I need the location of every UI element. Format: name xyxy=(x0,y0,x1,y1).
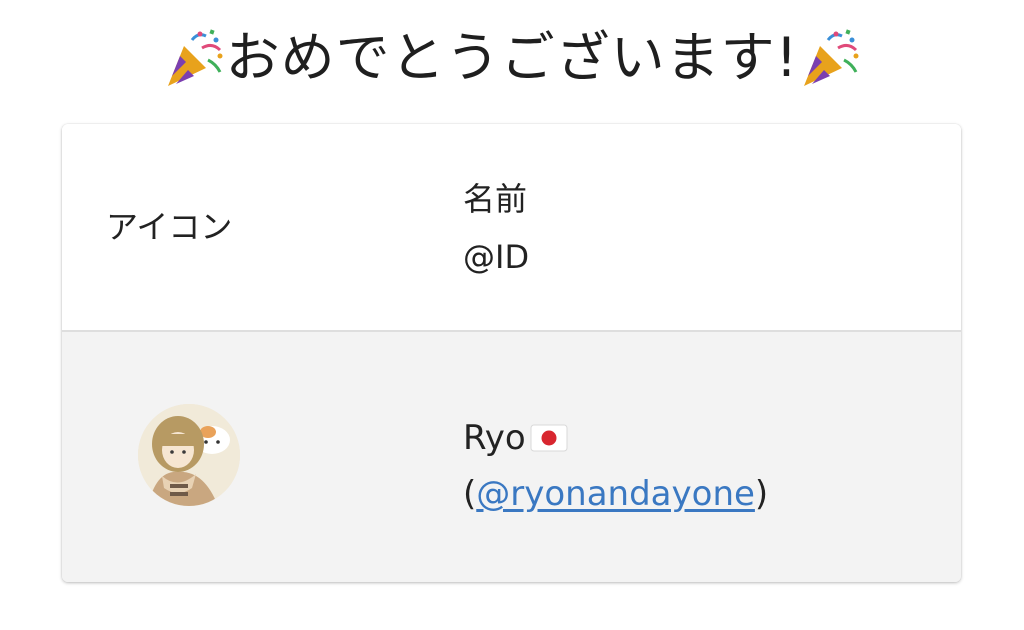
user-table: アイコン 名前 @ID Ryo (@ryonandayone) xyxy=(62,124,961,582)
user-name-text: Ryo xyxy=(463,418,526,458)
paren-close: ) xyxy=(754,474,769,514)
paren-open: ( xyxy=(463,474,477,514)
user-handle-link[interactable]: @ryonandayone xyxy=(476,474,755,514)
page-title: おめでとうございます! xyxy=(0,22,1024,94)
column-header-name: 名前 xyxy=(463,180,528,218)
table-header-row: アイコン 名前 @ID xyxy=(62,124,961,332)
table-row: Ryo (@ryonandayone) xyxy=(62,332,961,582)
japan-flag-icon xyxy=(530,424,568,452)
party-popper-icon xyxy=(804,29,859,86)
column-header-id: @ID xyxy=(463,238,530,276)
page: おめでとうございます! アイコン 名前 @ID Ryo (@ryonandayo… xyxy=(0,0,1024,630)
user-display-name: Ryo xyxy=(463,418,568,458)
party-popper-icon xyxy=(167,29,223,86)
column-header-icon: アイコン xyxy=(106,208,233,246)
avatar-illustration xyxy=(138,404,240,506)
avatar xyxy=(138,404,240,506)
user-handle: (@ryonandayone) xyxy=(463,474,768,514)
title-text: おめでとうございます! xyxy=(225,26,799,89)
